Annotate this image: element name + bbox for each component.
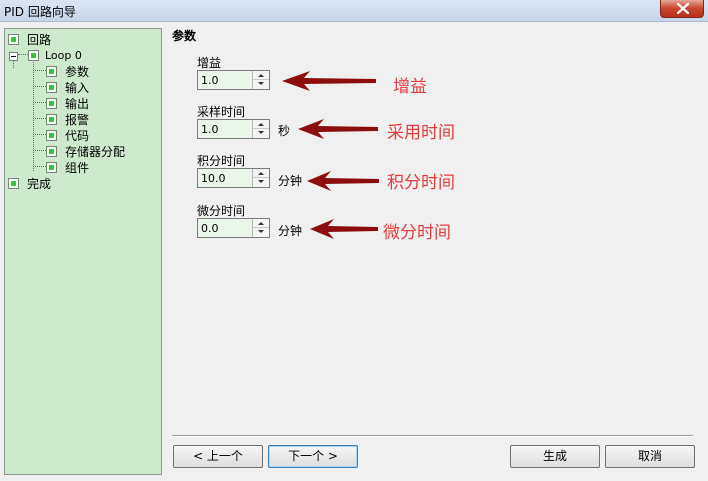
checkbox-icon bbox=[46, 146, 57, 157]
checkbox-icon bbox=[46, 162, 57, 173]
sample-time-input[interactable] bbox=[199, 121, 251, 137]
tree-item-alarm[interactable]: 报警 bbox=[5, 112, 155, 128]
annotation-sample-time: 采用时间 bbox=[387, 123, 455, 143]
tree-item-finish[interactable]: 完成 bbox=[5, 176, 155, 192]
gain-spinbox[interactable] bbox=[197, 70, 270, 90]
checkbox-icon bbox=[46, 66, 57, 77]
wizard-body: 回路 Loop 0 参数 输入 输出 报警 代码 存储器分配 组件 完成 参数 … bbox=[0, 22, 708, 481]
tree-item-output[interactable]: 输出 bbox=[5, 96, 155, 112]
tree-item-label: 存储器分配 bbox=[65, 145, 126, 159]
integral-time-unit: 分钟 bbox=[278, 174, 303, 188]
arrow-left-icon bbox=[298, 119, 378, 139]
spin-up-icon[interactable] bbox=[253, 169, 269, 178]
prev-button[interactable]: < 上一个 bbox=[173, 445, 263, 468]
integral-time-input[interactable] bbox=[199, 170, 251, 186]
tree-item-label: Loop 0 bbox=[45, 49, 82, 62]
tree-item-loop-0[interactable]: Loop 0 bbox=[5, 48, 155, 64]
spin-down-icon[interactable] bbox=[253, 129, 269, 138]
derivative-time-input[interactable] bbox=[199, 220, 251, 236]
tree-item-code[interactable]: 代码 bbox=[5, 128, 155, 144]
window-title: PID 回路向导 bbox=[4, 5, 76, 19]
gain-input[interactable] bbox=[199, 72, 251, 88]
spin-buttons bbox=[252, 120, 269, 138]
integral-time-label: 积分时间 bbox=[197, 154, 246, 168]
integral-time-spinbox[interactable] bbox=[197, 168, 270, 188]
close-icon bbox=[677, 3, 689, 14]
tree-item-label: 参数 bbox=[65, 65, 90, 79]
generate-button[interactable]: 生成 bbox=[510, 445, 600, 468]
tree-item-label: 输入 bbox=[65, 81, 90, 95]
spin-buttons bbox=[252, 169, 269, 187]
checkbox-icon bbox=[46, 82, 57, 93]
gain-label: 增益 bbox=[197, 56, 222, 70]
spin-down-icon[interactable] bbox=[253, 178, 269, 187]
next-button[interactable]: 下一个 > bbox=[268, 445, 358, 468]
tree-item-label: 组件 bbox=[65, 161, 90, 175]
derivative-time-label: 微分时间 bbox=[197, 204, 246, 218]
cancel-button[interactable]: 取消 bbox=[605, 445, 695, 468]
navigation-tree[interactable]: 回路 Loop 0 参数 输入 输出 报警 代码 存储器分配 组件 完成 bbox=[4, 28, 162, 475]
tree-item-input[interactable]: 输入 bbox=[5, 80, 155, 96]
tree-item-memory-allocation[interactable]: 存储器分配 bbox=[5, 144, 155, 160]
close-button[interactable] bbox=[660, 0, 704, 18]
sample-time-label: 采样时间 bbox=[197, 105, 246, 119]
derivative-time-spinbox[interactable] bbox=[197, 218, 270, 238]
annotation-integral-time: 积分时间 bbox=[387, 173, 455, 193]
arrow-left-icon bbox=[307, 171, 379, 191]
tree-item-label: 输出 bbox=[65, 97, 90, 111]
checkbox-icon bbox=[46, 98, 57, 109]
separator bbox=[172, 435, 693, 437]
annotation-derivative-time: 微分时间 bbox=[383, 223, 451, 243]
tree-item-parameters[interactable]: 参数 bbox=[5, 64, 155, 80]
spin-down-icon[interactable] bbox=[253, 228, 269, 237]
checkbox-icon bbox=[8, 178, 19, 189]
tree-item-loops[interactable]: 回路 bbox=[5, 32, 155, 48]
spin-up-icon[interactable] bbox=[253, 71, 269, 80]
collapse-icon[interactable] bbox=[9, 52, 18, 61]
panel-title: 参数 bbox=[172, 29, 197, 43]
derivative-time-unit: 分钟 bbox=[278, 224, 303, 238]
spin-down-icon[interactable] bbox=[253, 80, 269, 89]
checkbox-icon bbox=[8, 34, 19, 45]
annotation-gain: 增益 bbox=[393, 77, 427, 97]
sample-time-unit: 秒 bbox=[278, 124, 291, 138]
checkbox-icon bbox=[46, 130, 57, 141]
title-bar: PID 回路向导 bbox=[0, 0, 708, 22]
tree-item-label: 完成 bbox=[27, 177, 52, 191]
tree-item-label: 报警 bbox=[65, 113, 90, 127]
spin-buttons bbox=[252, 71, 269, 89]
spin-up-icon[interactable] bbox=[253, 219, 269, 228]
spin-up-icon[interactable] bbox=[253, 120, 269, 129]
arrow-left-icon bbox=[282, 71, 376, 91]
checkbox-icon bbox=[46, 114, 57, 125]
sample-time-spinbox[interactable] bbox=[197, 119, 270, 139]
spin-buttons bbox=[252, 219, 269, 237]
tree-item-label: 代码 bbox=[65, 129, 90, 143]
arrow-left-icon bbox=[310, 219, 378, 239]
tree-item-label: 回路 bbox=[27, 33, 52, 47]
checkbox-icon bbox=[28, 50, 39, 61]
tree-item-components[interactable]: 组件 bbox=[5, 160, 155, 176]
